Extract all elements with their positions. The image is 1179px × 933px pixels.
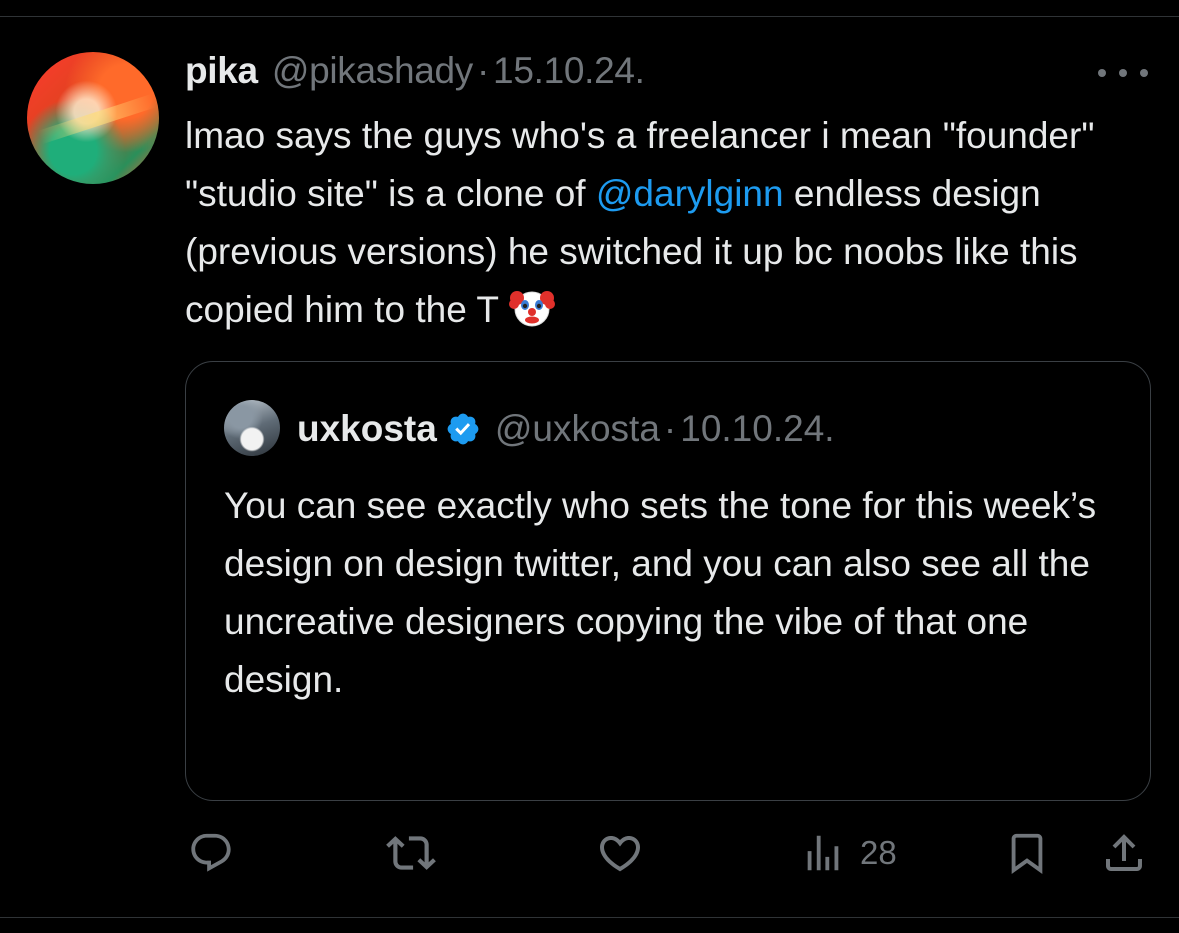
author-handle[interactable]: @pikashady [272, 50, 473, 92]
tweet-header: pika @pikashady · 15.10.24. [185, 50, 645, 96]
quoted-author-handle[interactable]: @uxkosta [495, 408, 660, 450]
share-icon [1106, 834, 1142, 871]
more-dot [1098, 69, 1106, 77]
bookmark-button[interactable] [1004, 828, 1050, 878]
share-button[interactable] [1100, 828, 1148, 878]
mention-link[interactable]: @darylginn [596, 173, 784, 214]
repost-button[interactable] [386, 828, 436, 878]
quoted-tweet-body: You can see exactly who sets the tone fo… [224, 485, 1097, 700]
quoted-meta-separator: · [663, 408, 677, 449]
avatar-light-streak [37, 93, 157, 145]
like-button[interactable] [596, 828, 644, 878]
more-dot [1119, 69, 1127, 77]
author-avatar[interactable] [27, 52, 159, 184]
views-button[interactable]: 28 [800, 828, 897, 878]
quoted-tweet-card[interactable]: uxkosta @uxkosta · 10.10.24. You can see… [185, 361, 1151, 801]
meta-separator: · [477, 50, 490, 91]
author-name[interactable]: pika [185, 50, 258, 92]
more-horizontal-icon[interactable] [1098, 58, 1148, 88]
verified-badge-icon [447, 413, 479, 445]
views-icon [807, 835, 839, 871]
quoted-tweet-header: uxkosta @uxkosta · 10.10.24. [297, 406, 835, 452]
clown-face-icon [509, 291, 555, 327]
repost-icon [386, 836, 436, 870]
reply-icon [191, 833, 231, 872]
more-dot [1140, 69, 1148, 77]
reply-button[interactable] [188, 828, 234, 878]
bottom-divider [0, 917, 1179, 918]
like-icon [599, 836, 641, 872]
bookmark-icon [1011, 833, 1043, 874]
quoted-tweet-date[interactable]: 10.10.24. [680, 408, 834, 450]
views-count: 28 [860, 834, 897, 871]
quoted-author-name[interactable]: uxkosta [297, 408, 437, 450]
quoted-author-avatar[interactable] [224, 400, 280, 456]
top-divider [0, 16, 1179, 17]
tweet-actions-bar: 28 [0, 828, 1179, 878]
tweet-body: lmao says the guys who's a freelancer i … [185, 107, 1150, 339]
tweet-date[interactable]: 15.10.24. [493, 50, 645, 92]
